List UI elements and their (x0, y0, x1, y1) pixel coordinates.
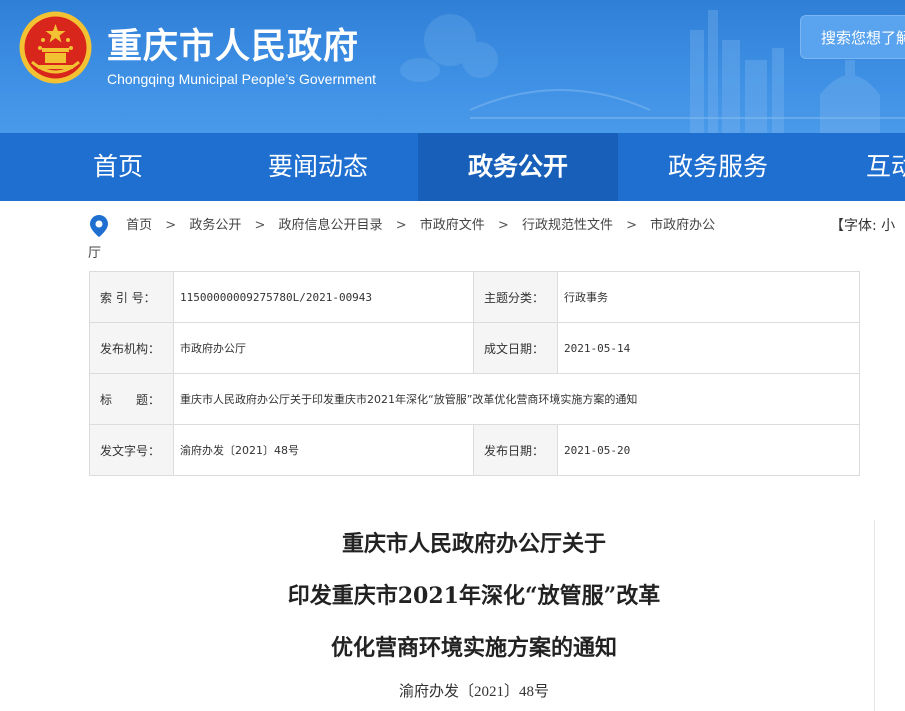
index-value: 11500000009275780L/2021-00943 (173, 271, 474, 323)
issuer-value: 市政府办公厅 (173, 322, 474, 374)
search-input[interactable]: 搜索您想了解 (800, 15, 905, 59)
table-row: 标 题： 重庆市人民政府办公厅关于印发重庆市2021年深化“放管服”改革优化营商… (89, 373, 860, 425)
breadcrumb-separator: > (395, 218, 407, 233)
doc-number-value: 渝府办发〔2021〕48号 (173, 424, 474, 476)
nav-item-interaction[interactable]: 互动 (818, 133, 905, 201)
table-row: 索 引 号： 11500000009275780L/2021-00943 主题分… (89, 271, 860, 323)
index-label: 索 引 号： (89, 271, 174, 323)
site-subtitle: Chongqing Municipal People’s Government (107, 71, 377, 87)
location-pin-icon (90, 214, 108, 237)
breadcrumb-normative-documents[interactable]: 行政规范性文件 (522, 218, 613, 233)
document-info-table: 索 引 号： 11500000009275780L/2021-00943 主题分… (89, 271, 860, 476)
doc-number-label: 发文字号： (89, 424, 174, 476)
title-value: 重庆市人民政府办公厅关于印发重庆市2021年深化“放管服”改革优化营商环境实施方… (173, 373, 860, 425)
breadcrumb-separator: > (165, 218, 177, 233)
document-title: 重庆市人民政府办公厅关于 印发重庆市2021年深化“放管服”改革 优化营商环境实… (0, 522, 905, 678)
nav-item-home[interactable]: 首页 (18, 133, 218, 201)
breadcrumb-government-affairs[interactable]: 政务公开 (189, 218, 241, 233)
site-header: 重庆市人民政府 Chongqing Municipal People’s Gov… (0, 0, 905, 133)
breadcrumb-separator: > (254, 218, 266, 233)
nav-item-government-affairs[interactable]: 政务公开 (418, 133, 618, 201)
national-emblem-icon (19, 11, 92, 84)
document-title-line: 印发重庆市2021年深化“放管服”改革 (287, 583, 661, 609)
breadcrumb: 首页 > 政务公开 > 政府信息公开目录 > 市政府文件 > 行政规范性文件 >… (88, 212, 728, 268)
font-size-tool[interactable]: 【字体: 小 (830, 212, 895, 240)
breadcrumb-separator: > (626, 218, 638, 233)
document-title-line: 优化营商环境实施方案的通知 (330, 635, 617, 661)
topic-label: 主题分类： (473, 271, 558, 323)
table-row: 发文字号： 渝府办发〔2021〕48号 发布日期： 2021-05-20 (89, 424, 860, 476)
nav-item-news[interactable]: 要闻动态 (218, 133, 418, 201)
document-title-line: 重庆市人民政府办公厅关于 (341, 531, 606, 557)
topic-value: 行政事务 (557, 271, 860, 323)
breadcrumb-municipal-documents[interactable]: 市政府文件 (420, 218, 485, 233)
document-number: 渝府办发〔2021〕48号 (398, 684, 549, 700)
issuer-label: 发布机构： (89, 322, 174, 374)
table-row: 发布机构： 市政府办公厅 成文日期： 2021-05-14 (89, 322, 860, 374)
breadcrumb-separator: > (497, 218, 509, 233)
main-nav: 首页 要闻动态 政务公开 政务服务 互动 (0, 133, 905, 201)
nav-item-government-services[interactable]: 政务服务 (618, 133, 818, 201)
breadcrumb-home[interactable]: 首页 (126, 218, 152, 233)
date-made-value: 2021-05-14 (557, 322, 860, 374)
publish-date-label: 发布日期： (473, 424, 558, 476)
site-title[interactable]: 重庆市人民政府 (107, 18, 359, 69)
publish-date-value: 2021-05-20 (557, 424, 860, 476)
breadcrumb-disclosure-catalog[interactable]: 政府信息公开目录 (279, 218, 383, 233)
date-made-label: 成文日期： (473, 322, 558, 374)
title-label: 标 题： (89, 373, 174, 425)
